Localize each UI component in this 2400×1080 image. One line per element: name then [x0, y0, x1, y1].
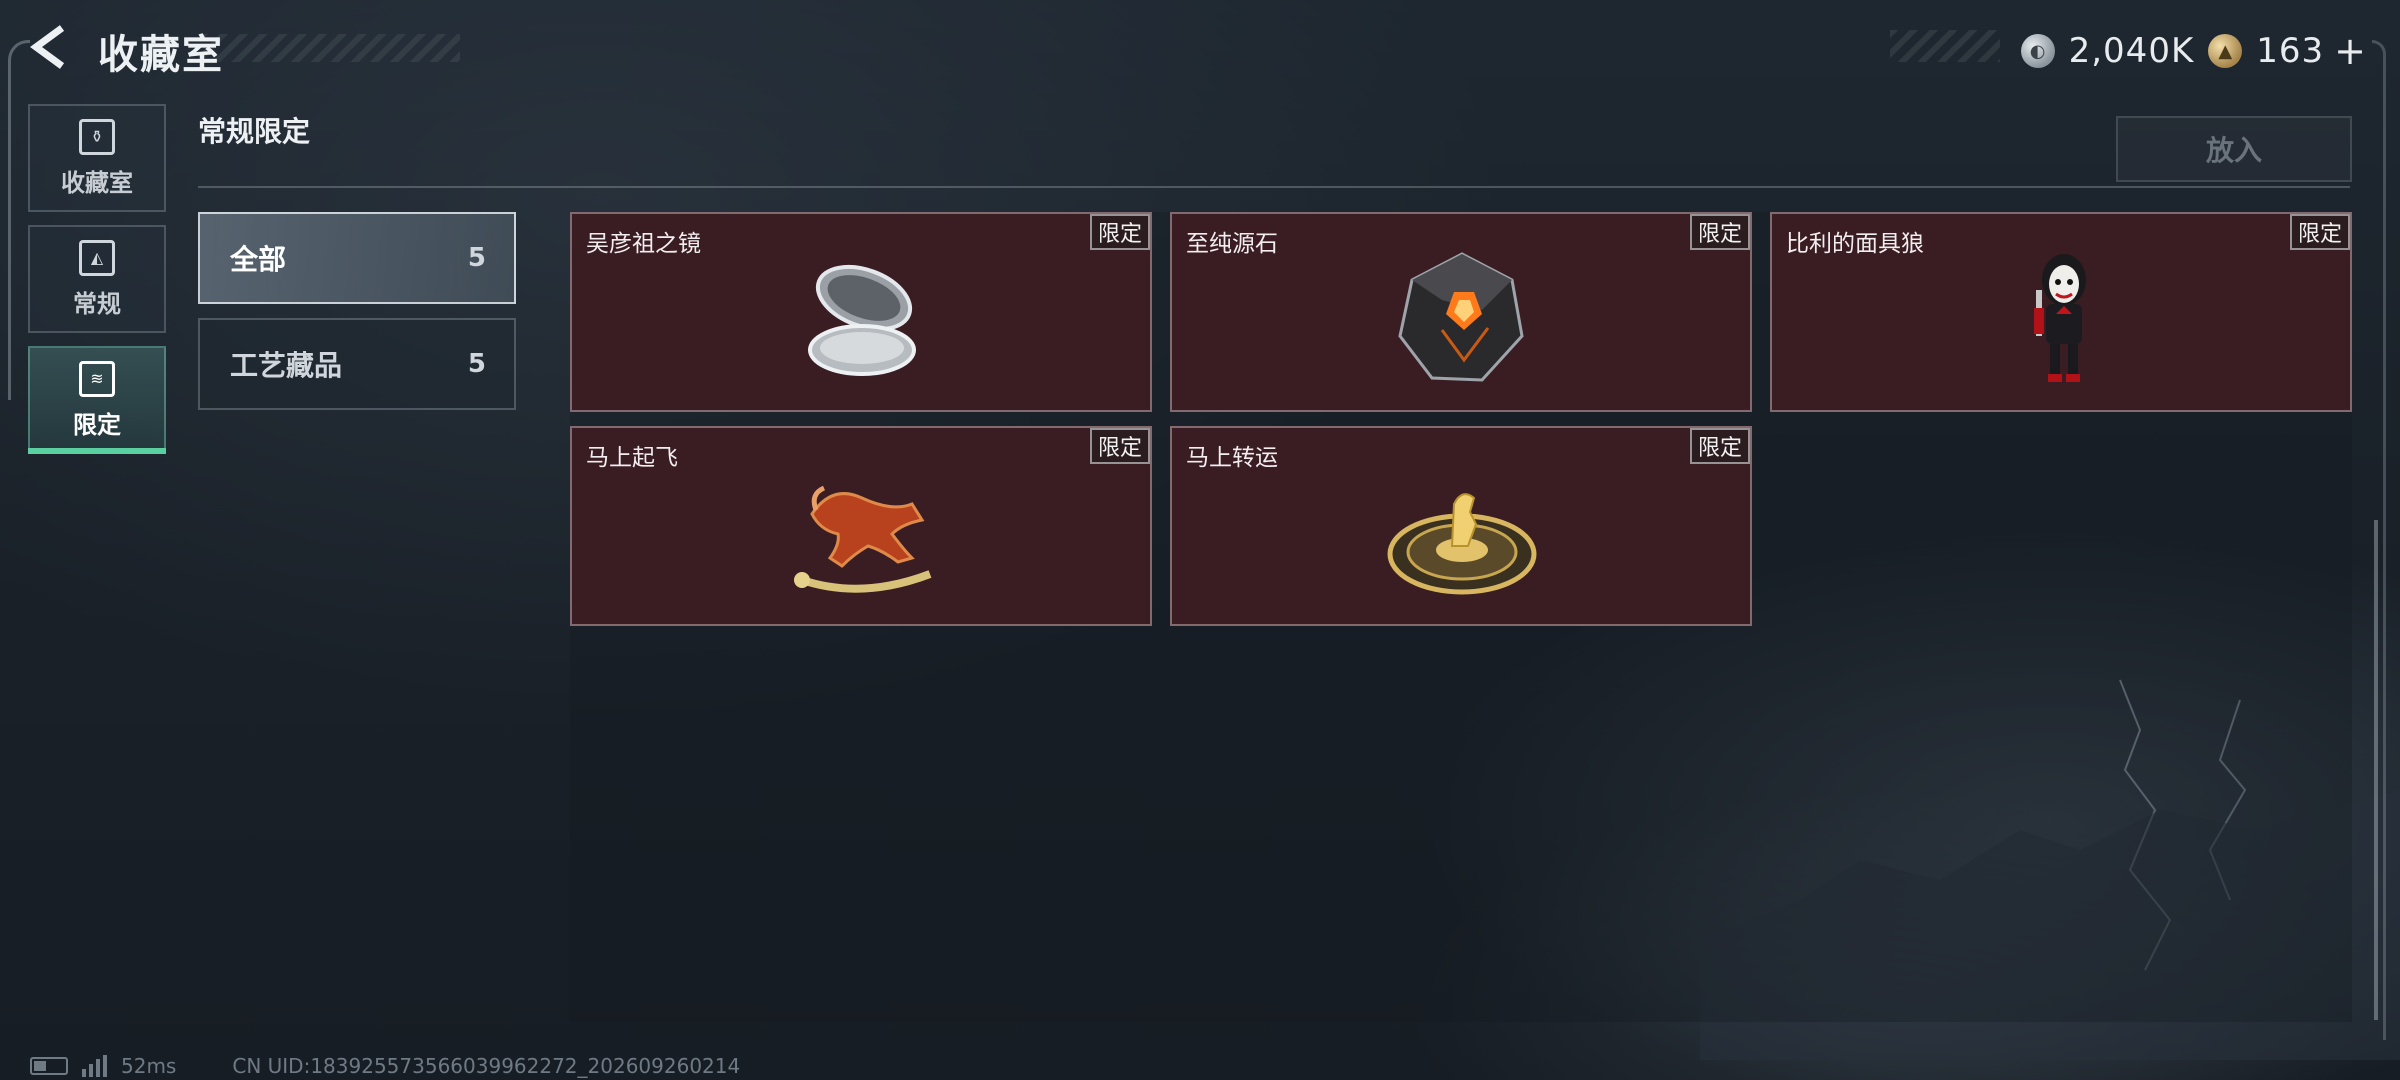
ping-text: 52ms: [121, 1054, 177, 1078]
side-nav: ⚱ 收藏室 ◭ 常规 ≋ 限定: [28, 104, 166, 467]
back-arrow-icon[interactable]: [26, 22, 70, 72]
puppet-figure-icon: [2034, 254, 2086, 382]
item-name: 马上起飞: [586, 445, 678, 471]
battery-icon: [30, 1057, 68, 1075]
silver-coin-icon: ◐: [2020, 34, 2055, 68]
rocking-horse-icon: [794, 485, 932, 593]
item-card[interactable]: 吴彦祖之镜 限定: [570, 212, 1152, 412]
scrollbar[interactable]: [2374, 520, 2378, 1020]
item-card[interactable]: 比利的面具狼 限定: [1770, 212, 2352, 412]
limited-badge: 限定: [1690, 428, 1750, 464]
compact-mirror-icon: [808, 264, 916, 376]
status-bar: 52ms CN UID:18392557356603996227​2_20260…: [30, 1054, 740, 1078]
item-card[interactable]: 至纯源石 限定: [1170, 212, 1752, 412]
item-name: 马上转运: [1186, 445, 1278, 471]
category-count: 5: [467, 349, 486, 379]
horse-compass-icon: [1387, 493, 1537, 595]
currency-display: ◐ 2,040K ▲ 163 +: [2020, 29, 2366, 73]
category-label: 工艺藏品: [230, 349, 343, 382]
category-label: 全部: [230, 243, 287, 276]
limited-icon: ≋: [79, 360, 115, 397]
category-list: 全部 5 工艺藏品 5: [198, 212, 516, 424]
side-nav-label: 限定: [73, 410, 121, 439]
title-stripes: [200, 34, 460, 62]
item-card[interactable]: 马上起飞 限定: [570, 426, 1152, 626]
category-all[interactable]: 全部 5: [198, 212, 516, 304]
limited-badge: 限定: [1690, 214, 1750, 250]
silver-currency-value: 2,040K: [2068, 31, 2195, 71]
item-card[interactable]: 马上转运 限定: [1170, 426, 1752, 626]
item-name: 比利的面具狼: [1786, 231, 1924, 257]
currency-stripes: [1890, 30, 2000, 62]
items-grid: 吴彦祖之镜 限定 至纯源石 限定 比利的面具狼 限定 马上起飞 限定 马上转运 …: [570, 212, 2352, 1022]
side-nav-item-regular[interactable]: ◭ 常规: [28, 225, 166, 333]
gold-coin-icon: ▲: [2208, 34, 2243, 68]
limited-badge: 限定: [1090, 214, 1150, 250]
gold-currency-value: 163: [2256, 31, 2325, 71]
header-bar: 收藏室 ◐ 2,040K ▲ 163 +: [0, 0, 2400, 100]
place-button[interactable]: 放入: [2116, 116, 2352, 182]
signal-icon: [82, 1055, 107, 1077]
add-currency-button[interactable]: +: [2334, 29, 2366, 73]
uid-text: CN UID:18392557356603996227​2_2026092602…: [232, 1054, 741, 1078]
item-name: 至纯源石: [1186, 231, 1278, 257]
page-title: 收藏室: [98, 32, 224, 78]
side-nav-item-limited[interactable]: ≋ 限定: [28, 346, 166, 454]
side-nav-item-collection-room[interactable]: ⚱ 收藏室: [28, 104, 166, 212]
section-title: 常规限定: [198, 115, 311, 148]
item-name: 吴彦祖之镜: [586, 231, 701, 257]
section-divider: [198, 186, 2350, 188]
collection-room-icon: ⚱: [79, 118, 115, 155]
side-nav-label: 常规: [73, 289, 121, 318]
dark-crystal-icon: [1398, 252, 1524, 382]
limited-badge: 限定: [1090, 428, 1150, 464]
category-craft-collectibles[interactable]: 工艺藏品 5: [198, 318, 516, 410]
side-nav-label: 收藏室: [61, 168, 133, 197]
left-frame-bracket: [8, 40, 30, 400]
regular-icon: ◭: [79, 239, 115, 276]
limited-badge: 限定: [2290, 214, 2350, 250]
category-count: 5: [467, 243, 486, 273]
